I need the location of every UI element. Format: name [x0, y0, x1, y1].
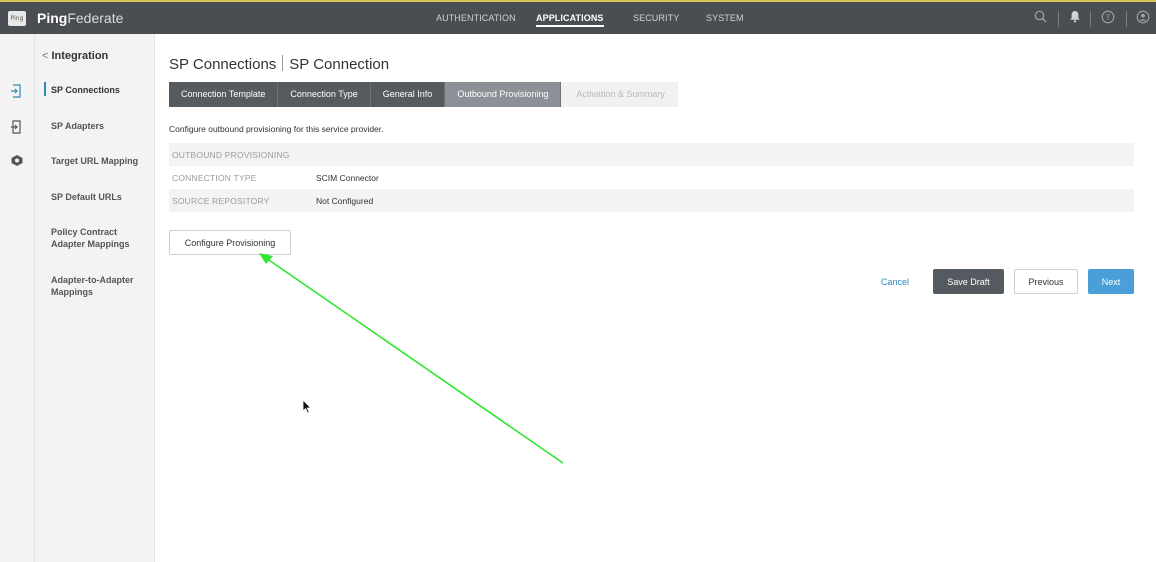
- nav-security[interactable]: SECURITY: [633, 13, 679, 23]
- tab-connection-type[interactable]: Connection Type: [278, 82, 371, 107]
- tab-outbound-provisioning[interactable]: Outbound Provisioning: [445, 82, 562, 107]
- table-row: CONNECTION TYPE SCIM Connector: [169, 166, 1134, 189]
- brand-name: PingFederate: [37, 10, 123, 26]
- table-section-header: OUTBOUND PROVISIONING: [172, 150, 290, 160]
- tab-activation-summary: Activation & Summary: [561, 82, 679, 107]
- active-indicator: [44, 82, 46, 96]
- page-title: SP Connections SP Connection: [169, 55, 389, 73]
- page-description: Configure outbound provisioning for this…: [169, 124, 384, 134]
- wizard-tabs: Connection Template Connection Type Gene…: [169, 82, 679, 107]
- target-url-icon[interactable]: [10, 154, 24, 170]
- ping-logo: Ping: [8, 11, 26, 26]
- provisioning-summary-table: OUTBOUND PROVISIONING CONNECTION TYPE SC…: [169, 143, 1134, 212]
- sidebar-item-policy-contract-adapter-mappings[interactable]: Policy Contract Adapter Mappings: [51, 226, 131, 250]
- top-separator: [1058, 11, 1059, 27]
- brand-light: Federate: [67, 10, 124, 26]
- nav-system[interactable]: SYSTEM: [706, 13, 744, 23]
- annotation-arrow-line: [265, 257, 564, 464]
- configure-provisioning-button[interactable]: Configure Provisioning: [169, 230, 291, 255]
- breadcrumb-sp-connections[interactable]: SP Connections: [169, 56, 276, 73]
- help-icon[interactable]: ?: [1101, 10, 1115, 27]
- sidebar-item-sp-default-urls[interactable]: SP Default URLs: [51, 191, 151, 203]
- svg-text:?: ?: [1106, 13, 1110, 22]
- brand-bold: Ping: [37, 10, 68, 26]
- top-separator: [1126, 11, 1127, 27]
- search-icon[interactable]: [1034, 10, 1047, 26]
- app-window: Ping PingFederate AUTHENTICATION APPLICA…: [0, 0, 1156, 562]
- row-label: SOURCE REPOSITORY: [172, 196, 270, 206]
- breadcrumb-sp-connection: SP Connection: [289, 56, 390, 73]
- chevron-left-icon: <: [42, 50, 49, 62]
- sidebar-back-label: Integration: [51, 50, 109, 62]
- sp-adapters-icon[interactable]: [10, 120, 22, 137]
- sidebar-item-sp-adapters[interactable]: SP Adapters: [51, 120, 151, 132]
- row-value: Not Configured: [316, 196, 374, 206]
- sidebar-item-sp-connections[interactable]: SP Connections: [51, 84, 151, 96]
- bell-icon[interactable]: [1069, 10, 1081, 26]
- sidebar-back-link[interactable]: < Integration: [42, 50, 108, 62]
- table-row: OUTBOUND PROVISIONING: [169, 143, 1134, 166]
- table-row: SOURCE REPOSITORY Not Configured: [169, 189, 1134, 212]
- row-label: CONNECTION TYPE: [172, 173, 257, 183]
- previous-button[interactable]: Previous: [1014, 269, 1078, 294]
- top-separator: [1090, 11, 1091, 27]
- tab-general-info[interactable]: General Info: [370, 82, 446, 107]
- row-value: SCIM Connector: [316, 173, 379, 183]
- mouse-pointer-icon: [302, 399, 312, 414]
- sidebar-item-target-url-mapping[interactable]: Target URL Mapping: [51, 155, 151, 167]
- sidebar-item-adapter-to-adapter-mappings[interactable]: Adapter-to-Adapter Mappings: [51, 274, 141, 298]
- save-draft-button[interactable]: Save Draft: [933, 269, 1004, 294]
- icon-rail: [0, 34, 35, 562]
- top-bar: Ping PingFederate AUTHENTICATION APPLICA…: [0, 0, 1156, 34]
- integration-sidebar: < Integration SP Connections SP Adapters …: [35, 34, 155, 562]
- tab-connection-template[interactable]: Connection Template: [169, 82, 279, 107]
- next-button[interactable]: Next: [1088, 269, 1134, 294]
- title-divider: [282, 55, 284, 71]
- nav-applications[interactable]: APPLICATIONS: [536, 13, 604, 27]
- cancel-button[interactable]: Cancel: [868, 270, 922, 295]
- user-icon[interactable]: [1136, 10, 1150, 27]
- nav-authentication[interactable]: AUTHENTICATION: [436, 13, 516, 23]
- sp-connections-icon[interactable]: [10, 84, 22, 101]
